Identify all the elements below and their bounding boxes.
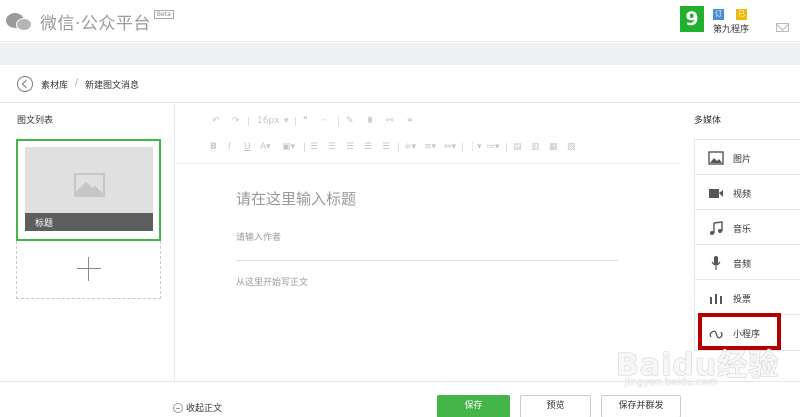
breadcrumb: 素材库 / 新建图文消息 bbox=[0, 65, 800, 103]
float-right-icon[interactable]: ▦ bbox=[549, 142, 558, 152]
article-card-title-bar: 标题 bbox=[25, 213, 153, 231]
add-article-button[interactable] bbox=[16, 241, 161, 299]
float-none-icon[interactable]: ▧ bbox=[567, 142, 576, 152]
image-icon bbox=[708, 151, 724, 165]
ordered-list-icon[interactable]: ⋮▾ bbox=[468, 142, 482, 152]
toolbar-divider bbox=[295, 117, 296, 126]
article-list-title: 图文列表 bbox=[17, 116, 54, 126]
mic-icon bbox=[711, 256, 721, 270]
float-center-icon[interactable]: ▥ bbox=[531, 142, 540, 152]
title-input[interactable]: 请在这里输入标题 bbox=[236, 188, 356, 209]
line-spacing-icon[interactable]: ≑▾ bbox=[404, 142, 416, 152]
subscription-badge: 订阅号 bbox=[713, 9, 724, 40]
bold-icon[interactable]: B bbox=[210, 142, 217, 152]
top-bar: 微信·公众平台 Beta 9 订阅号 已认证 第九程序 bbox=[0, 0, 800, 42]
brand-name: 微信·公众平台 bbox=[40, 14, 151, 34]
toolbar-divider bbox=[506, 143, 507, 152]
music-icon bbox=[710, 221, 723, 235]
media-item-video[interactable]: 视频 bbox=[695, 175, 800, 210]
media-item-label: 音乐 bbox=[733, 225, 752, 235]
undo-icon[interactable]: ↶ bbox=[212, 116, 220, 126]
align-left-icon[interactable]: ☰ bbox=[328, 142, 336, 152]
article-cover[interactable]: 标题 bbox=[25, 147, 153, 231]
link-icon[interactable]: ⚯ bbox=[386, 116, 394, 126]
watermark-url: jingyan.baidu.com bbox=[625, 377, 718, 388]
format-painter-icon[interactable]: ♜ bbox=[366, 116, 374, 126]
media-item-label: 视频 bbox=[733, 190, 752, 200]
brand-logo[interactable]: 微信·公众平台 Beta bbox=[6, 9, 174, 34]
clear-format-icon[interactable]: ✎ bbox=[346, 116, 354, 126]
content-input[interactable]: 从这里开始写正文 bbox=[236, 275, 308, 288]
author-input[interactable]: 请输入作者 bbox=[236, 230, 281, 243]
align-justify-icon[interactable]: ☰ bbox=[382, 142, 390, 152]
toolbar-divider bbox=[304, 143, 305, 152]
wechat-logo-icon bbox=[6, 11, 34, 33]
collapse-icon bbox=[173, 402, 183, 413]
header-gap bbox=[0, 43, 800, 65]
underline-icon[interactable]: U bbox=[244, 142, 251, 152]
breadcrumb-separator: / bbox=[75, 78, 79, 88]
back-arrow-icon[interactable] bbox=[17, 76, 33, 92]
align-right-icon[interactable]: ☰ bbox=[364, 142, 372, 152]
italic-icon[interactable]: I bbox=[228, 142, 231, 152]
unlink-icon[interactable]: ⚭ bbox=[406, 116, 414, 126]
toolbar-divider bbox=[462, 143, 463, 152]
indent-icon[interactable]: ☰ bbox=[310, 142, 318, 152]
unordered-list-icon[interactable]: ≔▾ bbox=[486, 142, 500, 152]
media-item-image[interactable]: 图片 bbox=[695, 140, 800, 175]
beta-badge: Beta bbox=[153, 10, 174, 19]
preview-button[interactable]: 预览 bbox=[520, 395, 591, 417]
video-icon bbox=[709, 189, 723, 198]
font-size-select[interactable]: 16px bbox=[257, 116, 280, 126]
align-center-icon[interactable]: ☰ bbox=[346, 142, 354, 152]
media-item-label: 投票 bbox=[733, 295, 752, 305]
collapse-label: 收起正文 bbox=[186, 404, 223, 414]
breadcrumb-parent-link[interactable]: 素材库 bbox=[41, 78, 68, 91]
plus-icon bbox=[77, 257, 101, 281]
breadcrumb-current: 新建图文消息 bbox=[85, 81, 140, 91]
media-item-music[interactable]: 音乐 bbox=[695, 210, 800, 245]
save-button[interactable]: 保存 bbox=[437, 395, 510, 417]
save-and-publish-button[interactable]: 保存并群发 bbox=[601, 395, 681, 417]
media-item-label: 图片 bbox=[733, 155, 752, 165]
media-item-vote[interactable]: 投票 bbox=[695, 280, 800, 315]
toolbar-divider bbox=[248, 117, 249, 126]
float-left-icon[interactable]: ▤ bbox=[513, 142, 522, 152]
background-color-icon[interactable]: ▣▾ bbox=[282, 142, 295, 152]
chevron-down-icon[interactable]: ▾ bbox=[284, 116, 289, 126]
image-placeholder-icon bbox=[74, 173, 105, 197]
account-name[interactable]: 第九程序 bbox=[713, 22, 749, 35]
author-divider bbox=[236, 260, 618, 261]
toolbar-divider bbox=[338, 117, 339, 126]
mail-icon[interactable] bbox=[776, 23, 789, 32]
multimedia-title: 多媒体 bbox=[694, 116, 722, 126]
article-card-selected[interactable]: 标题 bbox=[16, 139, 161, 241]
horizontal-rule-icon[interactable]: ┈ bbox=[321, 116, 326, 126]
editor-toolbar: ↶ ↷ 16px ▾ ❞ ┈ ✎ ♜ ⚯ ⚭ B I U A▾ ▣▾ ☰ ☰ ☰… bbox=[176, 104, 680, 164]
account-avatar[interactable]: 9 bbox=[680, 6, 704, 32]
letter-spacing-icon[interactable]: ⇔▾ bbox=[444, 142, 456, 152]
media-item-label: 音频 bbox=[733, 260, 752, 270]
article-card-title: 标题 bbox=[35, 219, 54, 229]
editor-area: 请在这里输入标题 请输入作者 从这里开始写正文 bbox=[176, 164, 680, 381]
redo-icon[interactable]: ↷ bbox=[232, 116, 240, 126]
verified-badge: 已认证 bbox=[736, 9, 747, 40]
media-item-audio[interactable]: 音频 bbox=[695, 245, 800, 280]
paragraph-spacing-icon[interactable]: ≡▾ bbox=[424, 142, 436, 152]
collapse-content-button[interactable]: 收起正文 bbox=[173, 401, 222, 414]
font-color-icon[interactable]: A▾ bbox=[260, 142, 271, 152]
toolbar-divider bbox=[398, 143, 399, 152]
vote-icon bbox=[710, 294, 722, 304]
blockquote-icon[interactable]: ❞ bbox=[303, 116, 308, 126]
article-list-panel: 图文列表 标题 bbox=[0, 104, 175, 381]
